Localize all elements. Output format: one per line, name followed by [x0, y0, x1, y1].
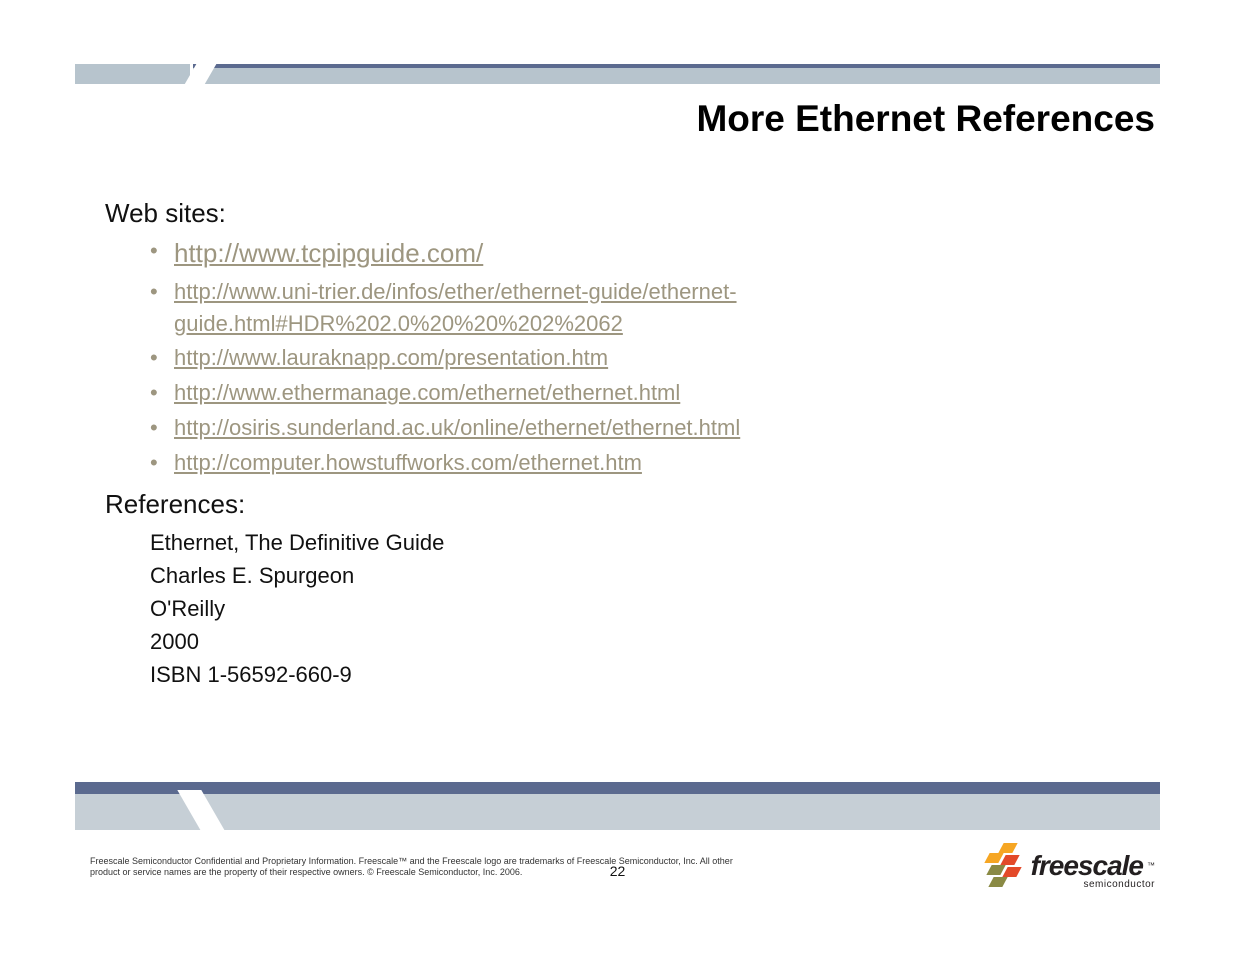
reference-author: Charles E. Spurgeon	[150, 559, 1155, 592]
logo-sub: semiconductor	[1031, 880, 1155, 889]
links-list: http://www.tcpipguide.com/ http://www.un…	[150, 235, 1155, 479]
header-bar	[193, 68, 1160, 84]
content-area: Web sites: http://www.tcpipguide.com/ ht…	[105, 198, 1155, 691]
footer-bar-light	[75, 794, 1160, 830]
page-number: 22	[610, 863, 626, 879]
list-item: http://computer.howstuffworks.com/ethern…	[150, 447, 1155, 479]
list-item: http://osiris.sunderland.ac.uk/online/et…	[150, 412, 1155, 444]
references-heading: References:	[105, 489, 1155, 520]
slide: More Ethernet References Web sites: http…	[20, 20, 1215, 934]
header-chip	[75, 64, 190, 84]
reference-publisher: O'Reilly	[150, 592, 1155, 625]
logo-tm: ™	[1147, 861, 1155, 870]
reference-block: Ethernet, The Definitive Guide Charles E…	[150, 526, 1155, 691]
footer-bar-dark	[75, 782, 1160, 794]
link[interactable]: http://computer.howstuffworks.com/ethern…	[174, 450, 642, 475]
list-item: http://www.lauraknapp.com/presentation.h…	[150, 342, 1155, 374]
legal-text: Freescale Semiconductor Confidential and…	[90, 856, 760, 879]
logo-mark-icon	[983, 843, 1025, 889]
link[interactable]: http://www.lauraknapp.com/presentation.h…	[174, 345, 608, 370]
list-item: http://www.ethermanage.com/ethernet/ethe…	[150, 377, 1155, 409]
link[interactable]: http://www.tcpipguide.com/	[174, 238, 483, 268]
reference-title: Ethernet, The Definitive Guide	[150, 526, 1155, 559]
websites-heading: Web sites:	[105, 198, 1155, 229]
link[interactable]: http://osiris.sunderland.ac.uk/online/et…	[174, 415, 740, 440]
brand-logo: freescale ™ semiconductor	[983, 843, 1155, 889]
link[interactable]: http://www.ethermanage.com/ethernet/ethe…	[174, 380, 680, 405]
reference-isbn: ISBN 1-56592-660-9	[150, 658, 1155, 691]
slide-title: More Ethernet References	[696, 98, 1155, 140]
logo-brand: freescale	[1031, 850, 1143, 881]
list-item: http://www.tcpipguide.com/	[150, 235, 1155, 273]
logo-text: freescale ™ semiconductor	[1031, 853, 1155, 889]
reference-year: 2000	[150, 625, 1155, 658]
list-item: http://www.uni-trier.de/infos/ether/ethe…	[150, 276, 1155, 340]
link[interactable]: http://www.uni-trier.de/infos/ether/ethe…	[174, 279, 737, 336]
